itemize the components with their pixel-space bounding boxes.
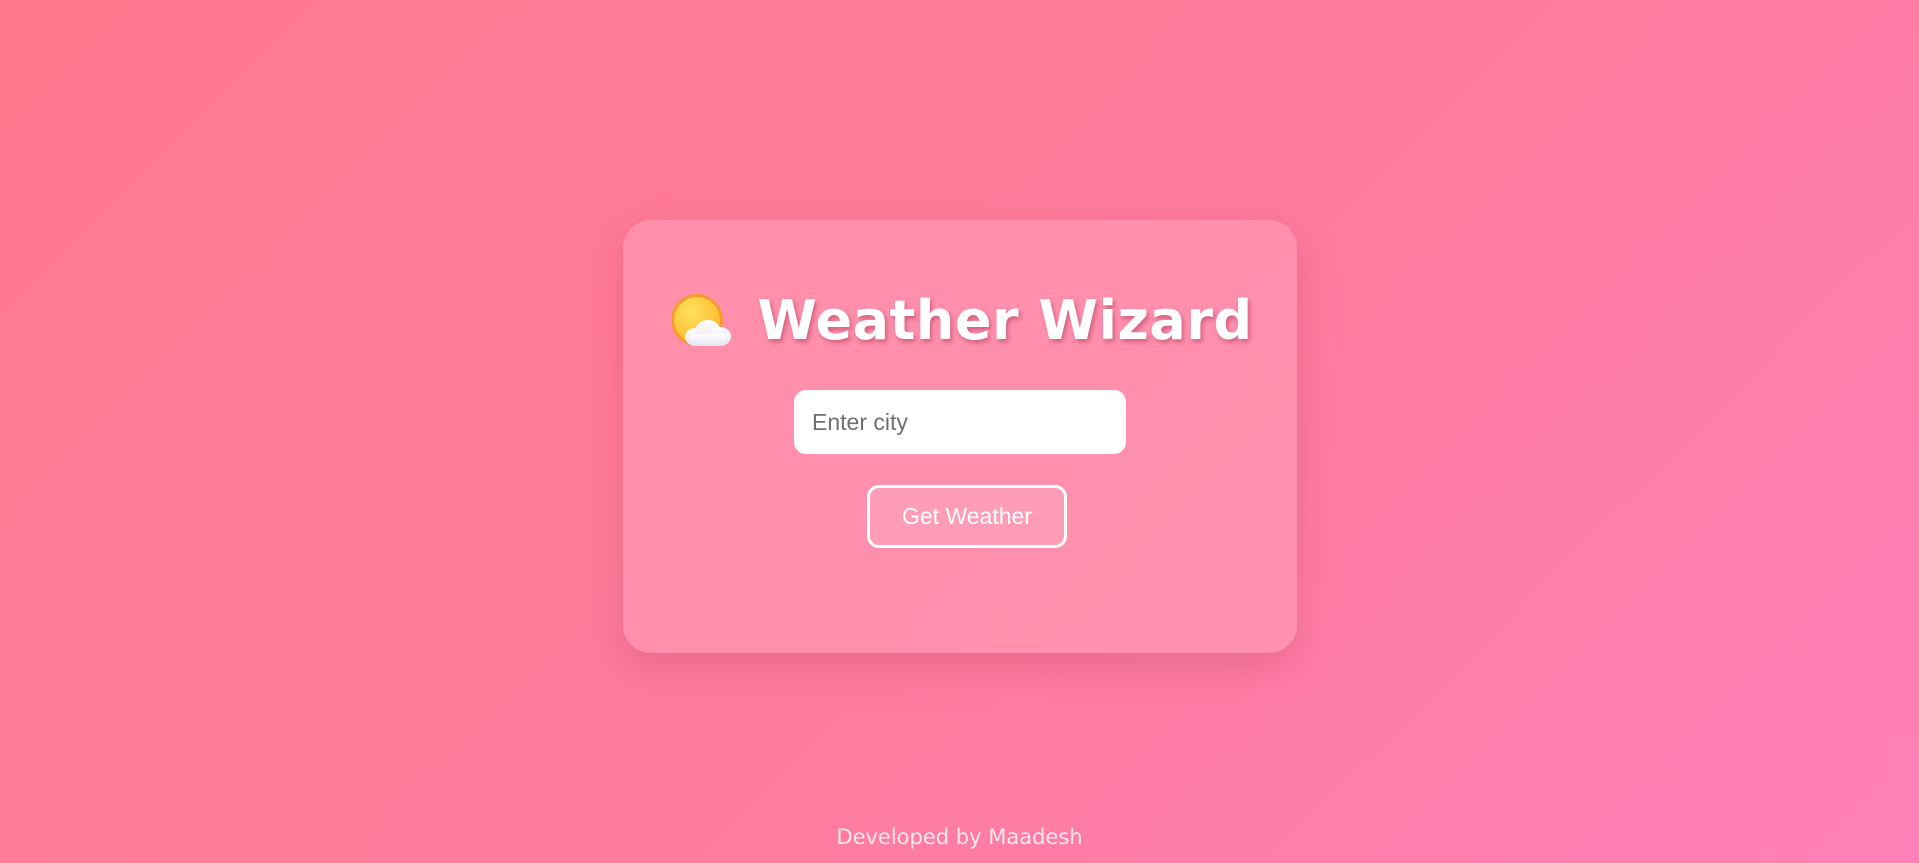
city-input[interactable] bbox=[794, 390, 1126, 454]
cloud-shape bbox=[685, 320, 732, 346]
header: Weather Wizard bbox=[623, 288, 1297, 352]
footer-credit: Developed by Maadesh bbox=[836, 825, 1083, 849]
app-title: Weather Wizard bbox=[757, 288, 1253, 352]
sun-behind-cloud-icon bbox=[667, 288, 732, 352]
get-weather-button[interactable]: Get Weather bbox=[867, 485, 1067, 548]
weather-card: Weather Wizard Get Weather bbox=[623, 220, 1297, 653]
